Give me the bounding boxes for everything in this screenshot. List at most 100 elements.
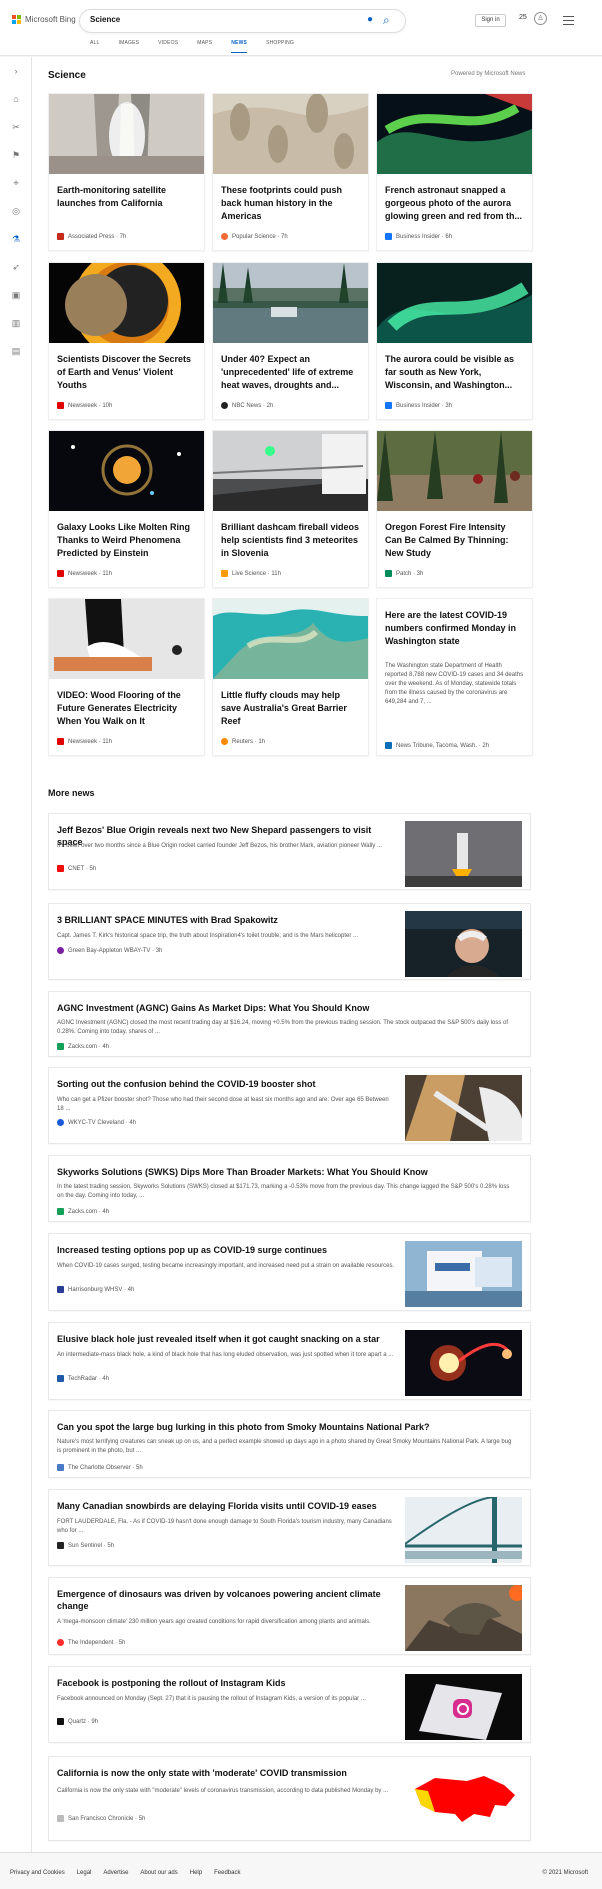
- news-list-item[interactable]: Increased testing options pop up as COVI…: [48, 1233, 531, 1311]
- news-card[interactable]: Brilliant dashcam fireball videos help s…: [212, 430, 369, 588]
- help-link[interactable]: Help: [190, 1870, 202, 1876]
- news-list-item[interactable]: Sorting out the confusion behind the COV…: [48, 1067, 531, 1144]
- wkyc-icon: [57, 1119, 64, 1126]
- sign-in-button[interactable]: Sign in: [475, 14, 506, 27]
- news-headline[interactable]: Can you spot the large bug lurking in th…: [57, 1421, 517, 1433]
- card-headline[interactable]: Earth-monitoring satellite launches from…: [57, 184, 197, 210]
- news-headline[interactable]: Many Canadian snowbirds are delaying Flo…: [57, 1500, 397, 1512]
- feedback-link[interactable]: Feedback: [214, 1870, 240, 1876]
- news-list-item[interactable]: Can you spot the large bug lurking in th…: [48, 1410, 531, 1478]
- card-source: Popular Science · 7h: [221, 233, 288, 240]
- news-summary: When COVID-19 cases surged, testing beca…: [57, 1263, 395, 1269]
- tools-icon[interactable]: ✂: [0, 113, 32, 141]
- news-list-item[interactable]: Facebook is postponing the rollout of In…: [48, 1666, 531, 1743]
- newsweek-icon: [57, 402, 64, 409]
- card-headline[interactable]: French astronaut snapped a gorgeous phot…: [385, 184, 525, 223]
- news-headline[interactable]: Elusive black hole just revealed itself …: [57, 1333, 397, 1345]
- search-box[interactable]: ● ⌕: [80, 10, 405, 32]
- microphone-icon[interactable]: ●: [364, 14, 376, 28]
- expand-icon[interactable]: ›: [0, 57, 32, 85]
- space-minutes-thumbnail: [405, 911, 522, 977]
- news-list-item[interactable]: California is now the only state with 'm…: [48, 1756, 531, 1841]
- news-list-item[interactable]: Elusive black hole just revealed itself …: [48, 1322, 531, 1400]
- legal-link[interactable]: Legal: [77, 1870, 92, 1876]
- footprints-thumbnail: [213, 94, 368, 174]
- card-headline[interactable]: VIDEO: Wood Flooring of the Future Gener…: [57, 689, 197, 728]
- card-headline[interactable]: Galaxy Looks Like Molten Ring Thanks to …: [57, 521, 197, 560]
- news-card[interactable]: Scientists Discover the Secrets of Earth…: [48, 262, 205, 420]
- tab-videos[interactable]: VIDEOS: [158, 40, 178, 46]
- news-card[interactable]: Here are the latest COVID-19 numbers con…: [376, 598, 533, 756]
- news-headline[interactable]: Facebook is postponing the rollout of In…: [57, 1677, 397, 1689]
- card-headline[interactable]: The aurora could be visible as far south…: [385, 353, 525, 392]
- search-icon[interactable]: ⌕: [383, 13, 397, 29]
- card-headline[interactable]: Little fluffy clouds may help save Austr…: [221, 689, 361, 728]
- news-summary: Facebook announced on Monday (Sept. 27) …: [57, 1696, 366, 1702]
- news-card[interactable]: The aurora could be visible as far south…: [376, 262, 533, 420]
- card-headline[interactable]: Scientists Discover the Secrets of Earth…: [57, 353, 197, 392]
- bing-logo[interactable]: Microsoft Bing: [12, 15, 76, 24]
- credit-card-icon[interactable]: ▤: [0, 337, 32, 365]
- news-list-item[interactable]: AGNC Investment (AGNC) Gains As Market D…: [48, 991, 531, 1057]
- news-headline[interactable]: Sorting out the confusion behind the COV…: [57, 1078, 397, 1090]
- news-headline[interactable]: 3 BRILLIANT SPACE MINUTES with Brad Spak…: [57, 914, 397, 926]
- page-footer: Privacy and Cookies Legal Advertise Abou…: [0, 1852, 602, 1889]
- tab-maps[interactable]: MAPS: [197, 40, 212, 46]
- news-card[interactable]: Little fluffy clouds may help save Austr…: [212, 598, 369, 756]
- building-icon[interactable]: ▥: [0, 309, 32, 337]
- reward-points[interactable]: 25: [519, 14, 527, 21]
- source-text: The Charlotte Observer · 5h: [68, 1464, 143, 1471]
- aurora-space-thumbnail: [377, 94, 532, 174]
- rewards-trophy-icon[interactable]: ♙: [534, 12, 547, 25]
- hamburger-menu-icon[interactable]: [563, 16, 574, 26]
- tab-images[interactable]: IMAGES: [119, 40, 140, 46]
- news-summary: Capt. James T. Kirk's historical space t…: [57, 933, 358, 939]
- news-list-item[interactable]: Skyworks Solutions (SWKS) Dips More Than…: [48, 1155, 531, 1222]
- galaxy-ring-thumbnail: [49, 431, 204, 511]
- news-card[interactable]: Under 40? Expect an 'unprecedented' life…: [212, 262, 369, 420]
- news-card[interactable]: French astronaut snapped a gorgeous phot…: [376, 93, 533, 251]
- planet-collision-thumbnail: [49, 263, 204, 343]
- news-headline[interactable]: Skyworks Solutions (SWKS) Dips More Than…: [57, 1166, 517, 1178]
- news-headline[interactable]: Increased testing options pop up as COVI…: [57, 1244, 397, 1256]
- rocket-icon[interactable]: ➶: [0, 253, 32, 281]
- news-card[interactable]: These footprints could push back human h…: [212, 93, 369, 251]
- search-input[interactable]: [90, 15, 340, 24]
- card-headline[interactable]: Brilliant dashcam fireball videos help s…: [221, 521, 361, 560]
- news-headline[interactable]: AGNC Investment (AGNC) Gains As Market D…: [57, 1002, 517, 1014]
- tab-all[interactable]: ALL: [90, 40, 100, 46]
- globe-icon[interactable]: ◎: [0, 197, 32, 225]
- card-headline[interactable]: Here are the latest COVID-19 numbers con…: [385, 609, 525, 648]
- film-icon[interactable]: ▣: [0, 281, 32, 309]
- about-ads-link[interactable]: About our ads: [140, 1870, 177, 1876]
- tab-news[interactable]: NEWS: [231, 40, 247, 53]
- news-summary: Nature's most terrifying creatures can s…: [57, 1439, 512, 1454]
- reuters-icon: [221, 738, 228, 745]
- source-text: Zacks.com · 4h: [68, 1043, 110, 1050]
- left-navigation-rail: › ⌂ ✂ ⚑ ⌖ ◎ ⚗ ➶ ▣ ▥ ▤: [0, 57, 32, 1852]
- news-list-item[interactable]: Emergence of dinosaurs was driven by vol…: [48, 1577, 531, 1655]
- news-card[interactable]: Earth-monitoring satellite launches from…: [48, 93, 205, 251]
- news-card[interactable]: Galaxy Looks Like Molten Ring Thanks to …: [48, 430, 205, 588]
- advertise-link[interactable]: Advertise: [103, 1870, 128, 1876]
- news-headline[interactable]: California is now the only state with 'm…: [57, 1767, 397, 1779]
- card-headline[interactable]: Oregon Forest Fire Intensity Can Be Calm…: [385, 521, 525, 560]
- news-card[interactable]: Oregon Forest Fire Intensity Can Be Calm…: [376, 430, 533, 588]
- news-headline[interactable]: Emergence of dinosaurs was driven by vol…: [57, 1588, 397, 1612]
- home-icon[interactable]: ⌂: [0, 85, 32, 113]
- card-headline[interactable]: Under 40? Expect an 'unprecedented' life…: [221, 353, 361, 392]
- card-source: Business Insider · 6h: [385, 233, 452, 240]
- location-icon[interactable]: ⌖: [0, 169, 32, 197]
- news-card[interactable]: VIDEO: Wood Flooring of the Future Gener…: [48, 598, 205, 756]
- source-text: CNET · 5h: [68, 865, 97, 872]
- news-list-item[interactable]: 3 BRILLIANT SPACE MINUTES with Brad Spak…: [48, 903, 531, 980]
- news-list-item[interactable]: Many Canadian snowbirds are delaying Flo…: [48, 1489, 531, 1566]
- news-source: Harrisonburg WHSV · 4h: [57, 1286, 134, 1293]
- flag-icon[interactable]: ⚑: [0, 141, 32, 169]
- news-list-item[interactable]: Jeff Bezos' Blue Origin reveals next two…: [48, 813, 531, 890]
- copyright-text: © 2021 Microsoft: [542, 1870, 588, 1876]
- privacy-cookies-link[interactable]: Privacy and Cookies: [10, 1870, 65, 1876]
- science-icon[interactable]: ⚗: [0, 225, 32, 253]
- card-headline[interactable]: These footprints could push back human h…: [221, 184, 361, 223]
- tab-shopping[interactable]: SHOPPING: [266, 40, 294, 46]
